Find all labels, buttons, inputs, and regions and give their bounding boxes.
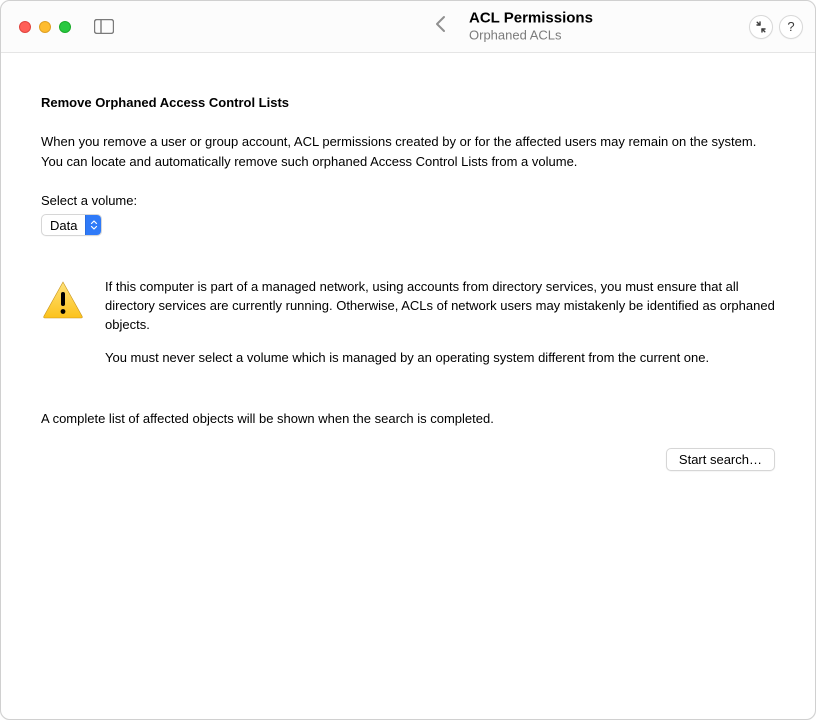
- title-block: ACL Permissions Orphaned ACLs: [469, 9, 593, 44]
- intro-text: When you remove a user or group account,…: [41, 132, 775, 171]
- sidebar-toggle-button[interactable]: [93, 19, 115, 35]
- warning-icon: [41, 280, 85, 320]
- window-title: ACL Permissions: [469, 9, 593, 28]
- sidebar-icon: [94, 19, 114, 34]
- help-button[interactable]: ?: [779, 15, 803, 39]
- volume-select-label: Select a volume:: [41, 193, 775, 208]
- collapse-arrows-icon: [755, 21, 767, 33]
- titlebar: ACL Permissions Orphaned ACLs ?: [1, 1, 815, 53]
- window-controls: [19, 21, 71, 33]
- status-text: A complete list of affected objects will…: [41, 411, 775, 426]
- volume-select-value: Data: [42, 218, 85, 233]
- window-subtitle: Orphaned ACLs: [469, 28, 593, 44]
- warning-text: If this computer is part of a managed ne…: [105, 278, 775, 381]
- help-icon: ?: [787, 19, 794, 34]
- fullscreen-window-button[interactable]: [59, 21, 71, 33]
- warning-paragraph-2: You must never select a volume which is …: [105, 349, 775, 368]
- volume-select[interactable]: Data: [41, 214, 102, 236]
- chevron-left-icon: [435, 15, 446, 33]
- warning-block: If this computer is part of a managed ne…: [41, 278, 775, 381]
- action-row: Start search…: [41, 448, 775, 471]
- close-window-button[interactable]: [19, 21, 31, 33]
- warning-paragraph-1: If this computer is part of a managed ne…: [105, 278, 775, 335]
- main-content: Remove Orphaned Access Control Lists Whe…: [1, 53, 815, 719]
- select-caret-icon: [85, 215, 101, 235]
- start-search-button[interactable]: Start search…: [666, 448, 775, 471]
- back-button[interactable]: [431, 11, 450, 43]
- minimize-window-button[interactable]: [39, 21, 51, 33]
- page-heading: Remove Orphaned Access Control Lists: [41, 95, 775, 110]
- collapse-button[interactable]: [749, 15, 773, 39]
- toolbar-right: ?: [749, 15, 803, 39]
- app-window: ACL Permissions Orphaned ACLs ? Remove O…: [0, 0, 816, 720]
